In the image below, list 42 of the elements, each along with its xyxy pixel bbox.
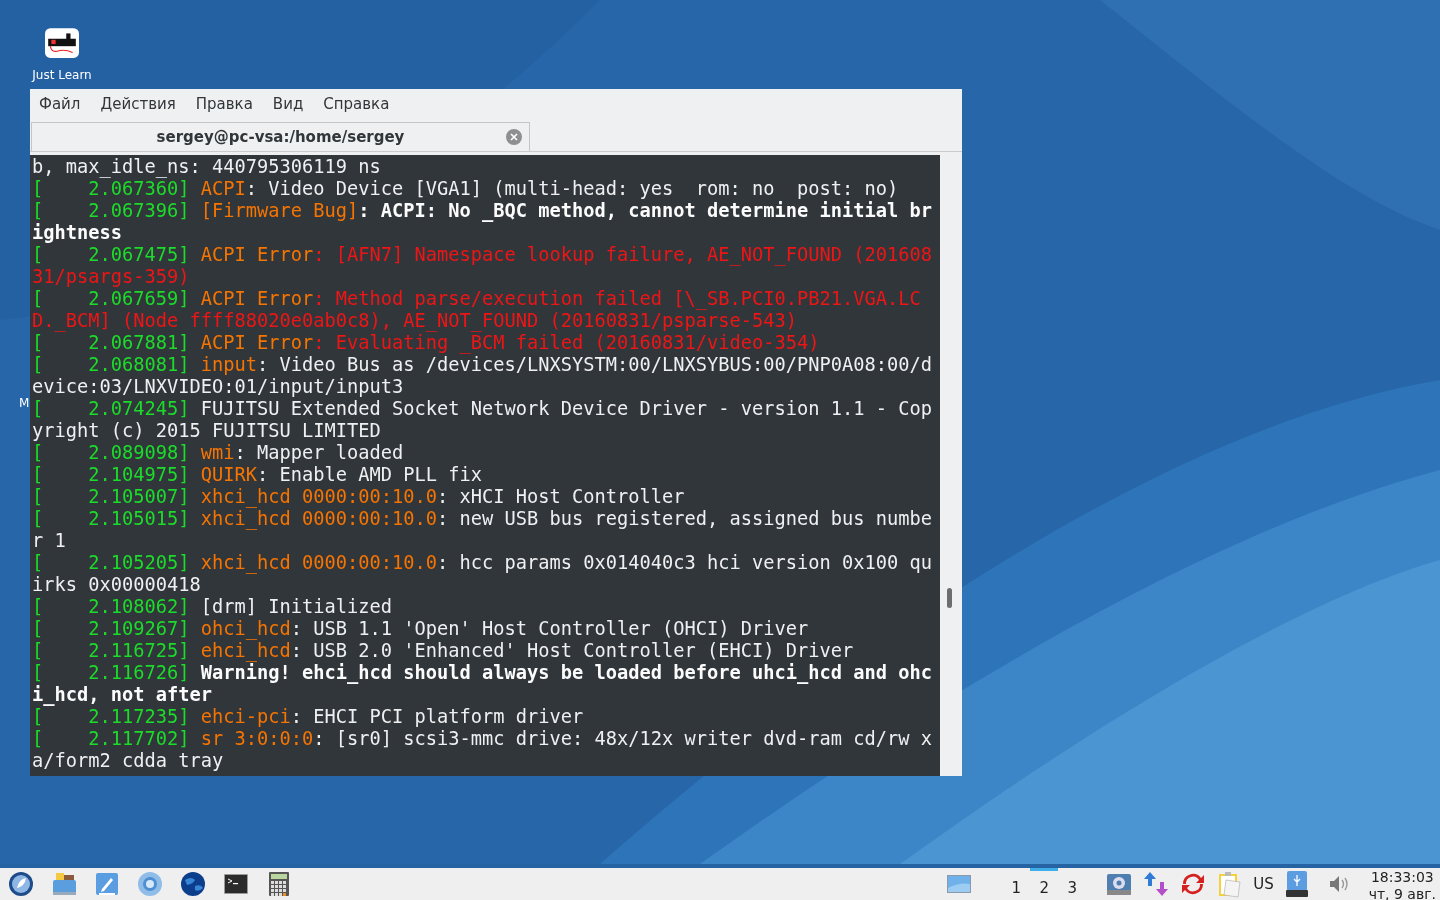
application-menu-icon[interactable] (7, 870, 35, 898)
text-editor-icon[interactable] (93, 870, 121, 898)
menu-item[interactable]: Справка (317, 95, 396, 113)
up-down-arrows-icon[interactable] (1142, 870, 1171, 898)
log-line: [ 2.089098] wmi: Mapper loaded (32, 442, 405, 464)
log-line: [ 2.105007] xhci_hcd 0000:00:10.0: xHCI Host Controller (32, 486, 686, 508)
workspace-button[interactable]: 1 (1002, 868, 1031, 900)
clock-time[interactable]: 18:33:03 (1370, 869, 1434, 886)
log-line: [ 2.108062] [drm] Initialized (32, 596, 394, 618)
log-line: [ 2.116726] Warning! ehci_hcd should always be loaded before uhci_hcd and ohci_hcd, not after (32, 662, 934, 706)
log-line: [ 2.109267] ohci_hcd: USB 1.1 'Open' Host Controller (OHCI) Driver (32, 618, 810, 640)
log-line: [ 2.067396] [Firmware Bug]: ACPI: No _BQC method, cannot determine initial brightness (32, 200, 934, 244)
scrollbar-thumb[interactable] (947, 588, 952, 608)
log-line: [ 2.067475] ACPI Error: [AFN7] Namespace lookup failure, AE_NOT_FOUND (20160831/psargs-359) (32, 244, 934, 288)
log-line: [ 2.068081] input: Video Bus as /devices/LNXSYSTM:00/LNXSYBUS:00/PNP0A08:00/device:03/LNXVIDEO:01/input/input3 (32, 354, 934, 398)
log-line: [ 2.067360] ACPI: Video Device [VGA1] (multi-head: yes rom: no post: no) (32, 178, 900, 200)
log-line: [ 2.074245] FUJITSU Extended Socket Network Device Driver - version 1.1 - Copyright (c) 2015 FUJITSU LIMITED (32, 398, 934, 442)
keyboard-layout-indicator[interactable]: US (1253, 875, 1274, 893)
close-icon[interactable] (506, 129, 522, 145)
workspace-button[interactable]: 2 (1030, 868, 1059, 900)
disc-icon[interactable] (136, 870, 164, 898)
log-line: [ 2.105205] xhci_hcd 0000:00:10.0: hcc params 0x014040c3 hci version 0x100 quirks 0x00000418 (32, 552, 934, 596)
desktop-icon-label[interactable]: Just Learn (32, 68, 92, 82)
log-line: [ 2.067659] ACPI Error: Method parse/execution failed [\_SB.PCI0.PB21.VGA.LCD._BCM] (Node ffff88020e0ab0c8), AE_NOT_FOUND (20160831/psparse-543) (32, 288, 922, 332)
menu-item[interactable]: Действия (94, 95, 182, 113)
log-line: b, max_idle_ns: 440795306119 ns (32, 156, 382, 178)
log-line: [ 2.116725] ehci_hcd: USB 2.0 'Enhanced' Host Controller (EHCI) Driver (32, 640, 855, 662)
log-line: [ 2.117235] ehci-pci: EHCI PCI platform driver (32, 706, 585, 728)
globe-icon[interactable] (179, 870, 207, 898)
desktop-icon-label[interactable]: M (19, 396, 30, 410)
terminal-tab[interactable]: sergey@pc-vsa:/home/sergey (31, 122, 530, 151)
log-line: [ 2.117702] sr 3:0:0:0: [sr0] scsi3-mmc drive: 48x/12x writer dvd-ram cd/rw xa/form2 cdda tray (32, 728, 934, 772)
log-line: [ 2.104975] QUIRK: Enable AMD PLL fix (32, 464, 484, 486)
log-line: [ 2.105015] xhci_hcd 0000:00:10.0: new USB bus registered, assigned bus number 1 (32, 508, 934, 552)
clock-date[interactable]: чт, 9 авг. (1368, 886, 1436, 900)
menu-item[interactable]: Файл (33, 95, 87, 113)
log-line: [ 2.067881] ACPI Error: Evaluating _BCM failed (20160831/video-354) (32, 332, 821, 354)
workspace-button[interactable]: 3 (1058, 868, 1087, 900)
folder-icon[interactable] (50, 870, 78, 898)
telegraph-key-icon[interactable] (45, 28, 79, 58)
menu-item[interactable]: Вид (266, 95, 310, 113)
menu-item[interactable]: Правка (189, 95, 259, 113)
